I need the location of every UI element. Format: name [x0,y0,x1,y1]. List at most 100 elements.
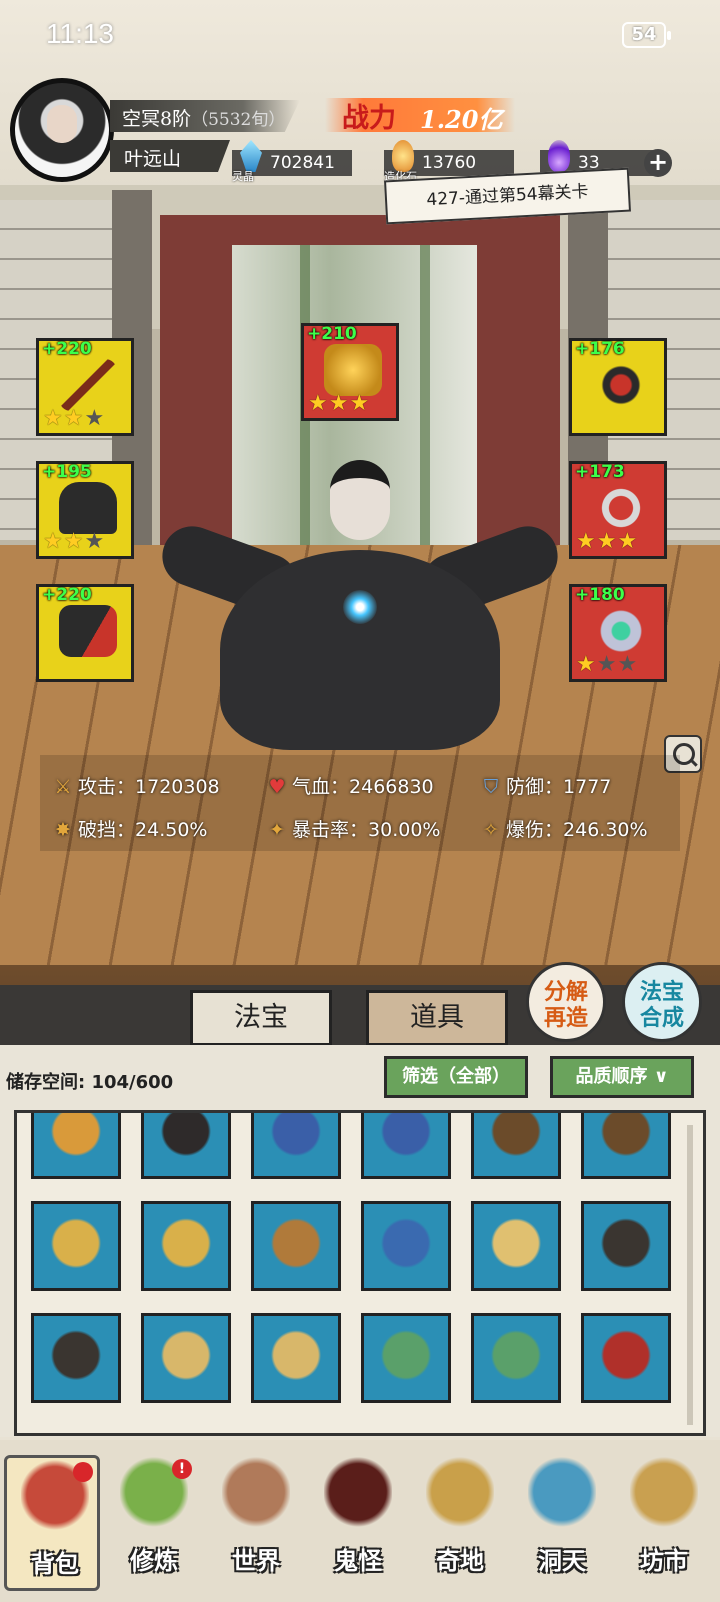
fuse-treasure-button[interactable]: 法宝 合成 [622,962,702,1042]
equip-bonus: +173 [575,462,625,482]
jade-ring-icon [592,605,650,657]
gold-armor-icon [160,1218,212,1274]
hero-head [330,460,390,540]
chevron-down-icon: ∨ [653,1066,669,1087]
equip-bonus: +176 [575,339,625,359]
inventory-item[interactable] [141,1113,231,1179]
inventory-grid [14,1110,706,1436]
stat-attack: ⚔ 攻击：1720308 [52,772,219,799]
cultivator-character [153,440,567,760]
purple-flame-icon [548,140,570,172]
equip-bonus: +210 [307,324,357,344]
nav-item-portal[interactable]: 洞天 [514,1455,610,1591]
nav-item-demon-egg[interactable]: 鬼怪 [310,1455,406,1591]
dark-boot-icon [600,1218,652,1274]
stat-defense: ⛉ 防御：1777 [480,772,612,799]
nav-label: 奇地 [436,1546,484,1575]
realm-detail: （5532旬） [191,110,286,130]
realm-label: 空冥8阶（5532旬） [122,104,285,131]
equip-stars: ★★★ [43,406,106,431]
leaf-wreath-icon [380,1330,432,1386]
inventory-item[interactable] [581,1113,671,1179]
add-resource-button[interactable]: + [644,149,672,177]
nav-label: 洞天 [538,1546,586,1575]
leaf-wreath-icon [490,1330,542,1386]
nav-label: 坊市 [640,1546,688,1575]
inventory-item[interactable] [251,1113,341,1179]
golden-dragon-icon [324,344,382,396]
tabs-band [0,985,720,1045]
stat-break: ✸ 破挡：24.50% [52,815,207,842]
equip-slot-boots[interactable]: +220 [36,584,134,682]
inventory-item[interactable] [471,1113,561,1179]
scroll-map-icon [222,1455,290,1537]
inventory-item[interactable] [581,1313,671,1403]
inventory-item[interactable] [141,1313,231,1403]
nav-item-bag[interactable]: 背包 [4,1455,100,1591]
resource-crystal-value: 702841 [270,153,335,173]
equip-stars: ★★★ [576,652,639,677]
nav-item-market-stall[interactable]: 坊市 [616,1455,712,1591]
equip-bonus: +195 [42,462,92,482]
inventory-item[interactable] [31,1201,121,1291]
resource-stone[interactable]: 造化石 13760 [384,140,514,183]
boots-icon [59,605,117,657]
equip-slot-weapon[interactable]: +220 ★★★ [36,338,134,436]
equip-slot-ring-top[interactable]: +176 [569,338,667,436]
inventory-item[interactable] [251,1313,341,1403]
market-stall-icon [630,1455,698,1537]
equip-slot-robe[interactable]: +195 ★★★ [36,461,134,559]
fish-armor-icon [270,1113,322,1162]
inventory-item[interactable] [31,1313,121,1403]
inventory-item[interactable] [31,1113,121,1179]
filter-button[interactable]: 筛选（全部） [384,1056,528,1098]
player-avatar[interactable] [10,78,114,182]
fish-armor-icon [380,1113,432,1162]
nav-label: 背包 [31,1549,79,1578]
brown-robe-icon [600,1113,652,1162]
tab-treasure[interactable]: 法宝 [190,990,332,1046]
nav-label: 修炼 [130,1546,178,1575]
equip-stars: ★★★ [576,529,639,554]
nav-label: 世界 [232,1546,280,1575]
inventory-item[interactable] [251,1201,341,1291]
shield-icon: ⛉ [483,776,499,798]
hero-robe [220,550,500,750]
power-label: 战力 [342,103,396,134]
tab-items[interactable]: 道具 [366,990,508,1046]
equip-bonus: +220 [42,585,92,605]
nav-item-lotus[interactable]: 修炼! [106,1455,202,1591]
crown-icon [270,1330,322,1386]
nav-item-scroll-map[interactable]: 世界 [208,1455,304,1591]
notification-badge [73,1462,93,1482]
pagoda-icon [426,1455,494,1537]
resource-stone-value: 13760 [422,153,477,173]
equip-slot-necklace[interactable]: +173 ★★★ [569,461,667,559]
inventory-item[interactable] [361,1313,451,1403]
equip-slot-talisman[interactable]: +210 ★★★ [301,323,399,421]
inventory-item[interactable] [361,1113,451,1179]
sort-dropdown[interactable]: 品质顺序 ∨ [550,1056,694,1098]
inventory-scrollbar[interactable] [687,1125,693,1425]
inventory-item[interactable] [141,1201,231,1291]
realm-level: 空冥8阶 [122,108,192,130]
equip-bonus: +220 [42,339,92,359]
bracer-icon [270,1218,322,1274]
equip-slot-bracelet[interactable]: +180 ★★★ [569,584,667,682]
inventory-item[interactable] [361,1201,451,1291]
ruby-ring-icon [600,1330,652,1386]
pendant-icon [592,482,650,534]
equip-stars: ★★★ [308,391,371,416]
avatar-face [47,105,77,143]
nav-item-pagoda[interactable]: 奇地 [412,1455,508,1591]
inventory-item[interactable] [471,1313,561,1403]
inventory-item[interactable] [581,1201,671,1291]
fish-boot-icon [380,1218,432,1274]
stat-crit-damage: ✧ 爆伤：246.30% [480,815,648,842]
inventory-item[interactable] [471,1201,561,1291]
dark-robe-icon [160,1113,212,1162]
resource-crystal[interactable]: 灵晶 702841 [232,140,352,183]
gold-armor-icon [50,1218,102,1274]
player-name: 叶远山 [124,148,182,170]
decompose-button[interactable]: 分解 再造 [526,962,606,1042]
